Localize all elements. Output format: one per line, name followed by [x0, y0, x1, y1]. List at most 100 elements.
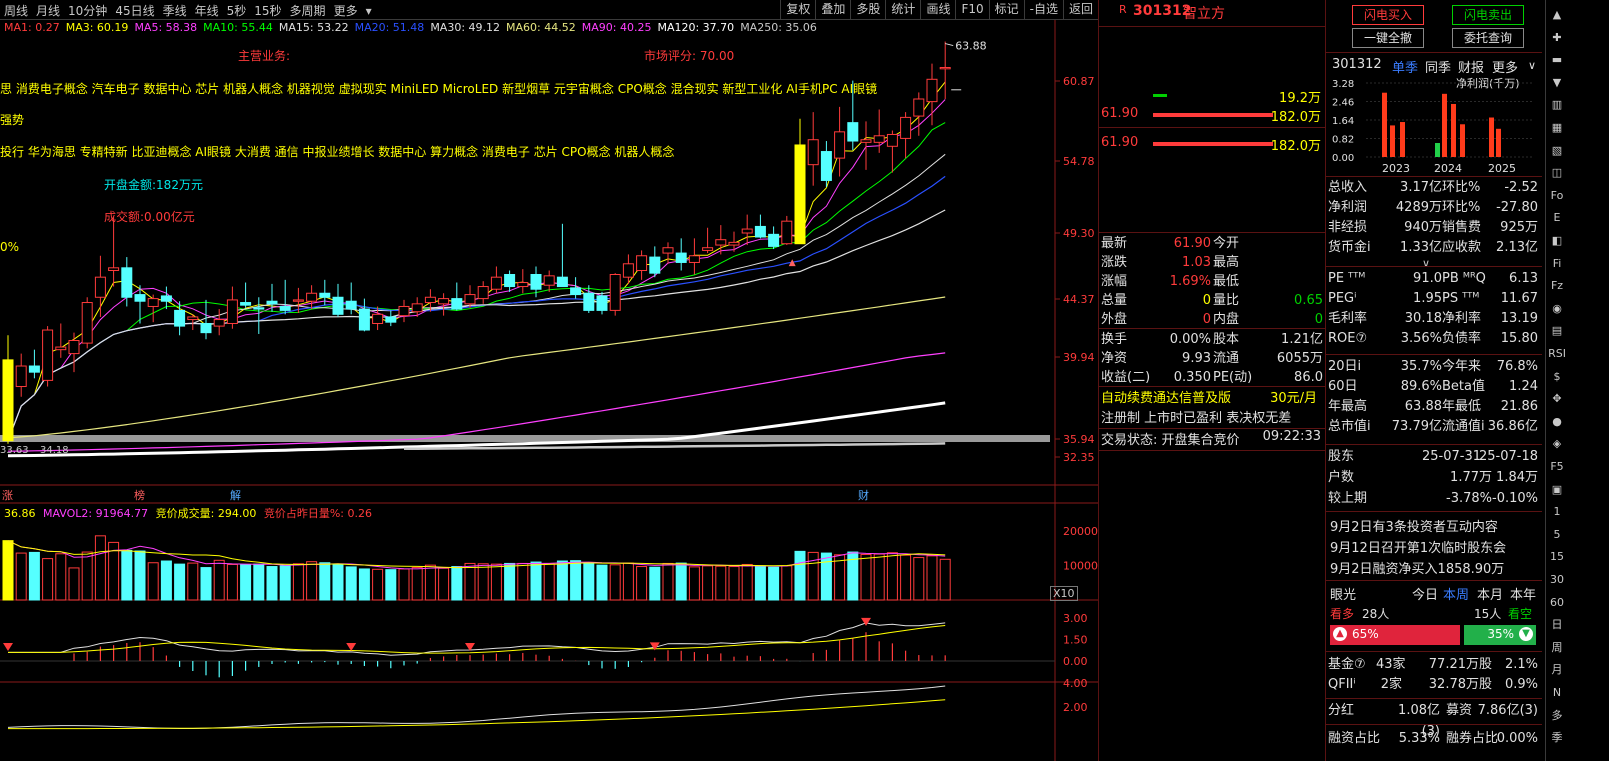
period-tab[interactable]: 更多: [330, 4, 362, 18]
candle-body[interactable]: [68, 340, 80, 355]
candle-body[interactable]: [556, 276, 568, 288]
period-tab[interactable]: 45日线: [111, 4, 158, 18]
tab-this-year[interactable]: 本年: [1510, 584, 1536, 603]
fo-icon[interactable]: Fo: [1548, 187, 1566, 205]
dollar-icon[interactable]: $: [1548, 368, 1566, 386]
candle-body[interactable]: [398, 305, 410, 317]
fi-icon[interactable]: Fi: [1548, 255, 1566, 273]
candle-body[interactable]: [28, 365, 40, 373]
candle-body[interactable]: [292, 299, 304, 302]
candle-body[interactable]: [622, 263, 634, 278]
text-30[interactable]: 30: [1548, 571, 1566, 589]
candle-body[interactable]: [240, 302, 252, 306]
toolbar-button[interactable]: 多股: [850, 0, 885, 19]
toolbar-button[interactable]: F10: [955, 0, 988, 19]
tab-single-quarter[interactable]: 单季: [1392, 57, 1418, 76]
candle-body[interactable]: [728, 241, 740, 246]
candle-body[interactable]: [688, 255, 700, 263]
e-icon[interactable]: E: [1548, 209, 1566, 227]
candle-body[interactable]: [411, 303, 423, 313]
candle-body[interactable]: [490, 276, 502, 290]
candle-body[interactable]: [768, 233, 780, 247]
news-item[interactable]: 9月2日有3条投资者互动内容: [1330, 516, 1498, 535]
text-multi[interactable]: 多: [1548, 707, 1566, 725]
tab-same-quarter[interactable]: 同季: [1425, 57, 1451, 76]
promo-price[interactable]: 30元/月: [1270, 387, 1317, 406]
cancel-all-button[interactable]: 一键全撤: [1352, 28, 1424, 48]
target-icon[interactable]: ◉: [1548, 300, 1566, 318]
period-tab[interactable]: 季线: [159, 4, 191, 18]
text-5[interactable]: 5: [1548, 526, 1566, 544]
candle-body[interactable]: [279, 305, 291, 311]
candle-body[interactable]: [108, 267, 120, 271]
bear-bar[interactable]: 35% ▼: [1464, 625, 1536, 645]
grid-icon[interactable]: ▦: [1548, 119, 1566, 137]
candle-body[interactable]: [464, 294, 476, 305]
tab-today[interactable]: 今日: [1412, 584, 1438, 603]
candle-body[interactable]: [900, 116, 912, 139]
text-month[interactable]: 月: [1548, 661, 1566, 679]
text-n[interactable]: N: [1548, 684, 1566, 702]
toolbar-button[interactable]: 画线: [920, 0, 955, 19]
arrow-up-icon[interactable]: ▲: [1548, 6, 1566, 24]
fz-icon[interactable]: Fz: [1548, 277, 1566, 295]
candle-body[interactable]: [15, 365, 27, 388]
flash-sell-button[interactable]: 闪电卖出: [1452, 5, 1524, 25]
tab-this-week[interactable]: 本周: [1443, 584, 1469, 603]
tab-more[interactable]: 更多: [1492, 57, 1518, 76]
candle-body[interactable]: [358, 308, 370, 331]
candle-body[interactable]: [662, 247, 674, 254]
kline-chart[interactable]: 60.87 54.78 49.30 44.37 39.94 35.94 32.35 63.88…: [0, 20, 1098, 761]
candle-body[interactable]: [134, 294, 146, 302]
toolbar-button[interactable]: 返回: [1062, 0, 1098, 19]
candle-body[interactable]: [372, 313, 384, 324]
chevron-down-icon[interactable]: ▾: [362, 4, 376, 18]
period-tab[interactable]: 年线: [191, 4, 223, 18]
candle-body[interactable]: [860, 139, 872, 143]
plus-icon[interactable]: ✚: [1548, 29, 1566, 47]
candle-body[interactable]: [649, 256, 661, 274]
candle-body[interactable]: [424, 296, 436, 304]
list-icon[interactable]: ▤: [1548, 322, 1566, 340]
toolbar-button[interactable]: 统计: [885, 0, 920, 19]
rsi-icon[interactable]: RSI: [1548, 345, 1566, 363]
news-item[interactable]: 9月12日召开第1次临时股东会: [1330, 537, 1506, 556]
candle-body[interactable]: [530, 274, 542, 290]
move-icon[interactable]: ✥: [1548, 390, 1566, 408]
candle-body[interactable]: [160, 295, 172, 302]
candle-body[interactable]: [438, 298, 450, 305]
period-tab[interactable]: 10分钟: [64, 4, 111, 18]
candle-body[interactable]: [332, 296, 344, 315]
candle-body[interactable]: [385, 316, 397, 323]
pattern-icon[interactable]: ▧: [1548, 142, 1566, 160]
toolbar-button[interactable]: 标记: [988, 0, 1024, 19]
bull-bar[interactable]: ▲ 65%: [1330, 625, 1460, 645]
candle-body[interactable]: [913, 98, 925, 117]
event-mark[interactable]: 解: [230, 488, 241, 502]
chevron-down-icon[interactable]: ∨: [1528, 59, 1536, 72]
candle-body[interactable]: [583, 292, 595, 311]
candle-body[interactable]: [213, 319, 225, 327]
text-week[interactable]: 周: [1548, 639, 1566, 657]
candle-body[interactable]: [187, 316, 199, 321]
news-item[interactable]: 9月2日融资净买入1858.90万: [1330, 558, 1504, 577]
candle-body[interactable]: [926, 78, 938, 103]
toolbar-button[interactable]: 叠加: [815, 0, 850, 19]
candle-body[interactable]: [319, 292, 331, 298]
dot-icon[interactable]: ●: [1548, 413, 1566, 431]
candle-body[interactable]: [504, 274, 516, 288]
toolbar-button[interactable]: 复权: [780, 0, 815, 19]
stock-name[interactable]: 智立方: [1183, 3, 1225, 23]
split-icon[interactable]: ◧: [1548, 232, 1566, 250]
tab-this-month[interactable]: 本月: [1477, 584, 1503, 603]
candle-body[interactable]: [147, 298, 159, 307]
candle-body[interactable]: [226, 299, 238, 324]
candle-body[interactable]: [702, 247, 714, 251]
candle-body[interactable]: [939, 67, 951, 70]
window-icon[interactable]: ◫: [1548, 164, 1566, 182]
flash-buy-button[interactable]: 闪电买入: [1352, 5, 1424, 25]
candle-body[interactable]: [477, 286, 489, 300]
bar-chart-icon[interactable]: ▥: [1548, 96, 1566, 114]
candle-body[interactable]: [715, 239, 727, 246]
period-tab[interactable]: 月线: [32, 4, 64, 18]
